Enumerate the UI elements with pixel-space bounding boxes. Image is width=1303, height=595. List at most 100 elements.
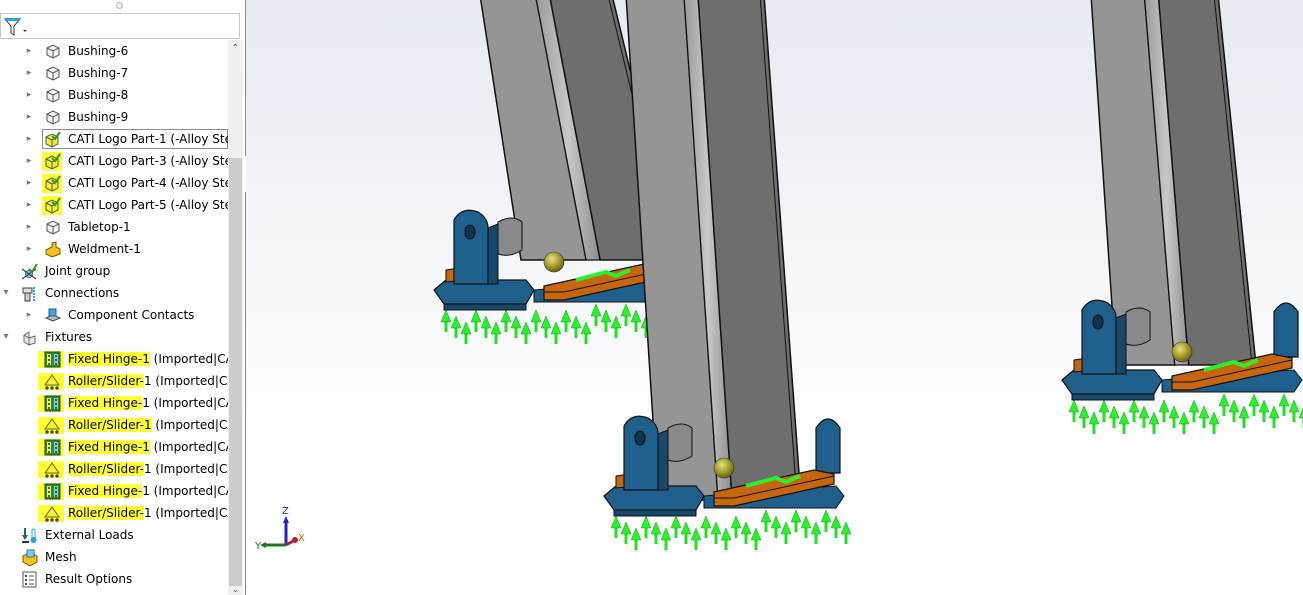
panel-resize-grip[interactable] (116, 2, 123, 9)
expand-arrow-icon[interactable]: ▸ (24, 172, 34, 194)
expand-arrow-icon[interactable]: ▸ (24, 150, 34, 172)
tree-item[interactable]: ▸ Weldment-1 (0, 238, 228, 260)
tree-item[interactable]: ▸ CATI Logo Part-4 (-Alloy Steel- (0, 172, 228, 194)
fixture-arrow (510, 315, 522, 339)
scroll-thumb[interactable] (229, 158, 242, 586)
graphics-viewport[interactable]: Y Z X (246, 0, 1303, 595)
fixture-arrow (840, 521, 852, 545)
fixture-arrow (1098, 399, 1110, 423)
tree-item-label: Fixed Hinge-1 (Imported|CATI (68, 396, 228, 410)
tree-item[interactable]: Mesh (0, 546, 228, 568)
expand-arrow-icon[interactable]: ▸ (24, 216, 34, 238)
fixture-arrow (1208, 411, 1220, 435)
hinge-pin (497, 217, 523, 256)
fixed-hinge-icon (44, 395, 61, 412)
expand-arrow-icon[interactable]: ▸ (24, 304, 34, 326)
expand-arrow-icon[interactable]: ▸ (24, 194, 34, 216)
connections-icon (22, 287, 35, 302)
fixture-arrow (1138, 405, 1150, 429)
expand-arrow-icon[interactable]: ▸ (24, 40, 34, 62)
tree-item[interactable]: Fixed Hinge-1 (Imported|CATI (0, 436, 228, 458)
view-triad: Y Z X (254, 506, 305, 552)
tree-item[interactable]: ▸ CATI Logo Part-3 (-Alloy Steel- (0, 150, 228, 172)
highlighted-text: Fixed Hinge- (68, 484, 143, 498)
tree-item-label: Result Options (45, 572, 133, 586)
fixture-arrow (720, 527, 732, 551)
tree-item[interactable]: Roller/Slider-1 (Imported|CATI (0, 502, 228, 524)
tree-item[interactable]: ▸ Component Contacts (0, 304, 228, 326)
weldment-icon (45, 241, 61, 258)
external-loads-icon (22, 528, 37, 543)
tree-item[interactable]: Fixed Hinge-1 (Imported|CATI (0, 348, 228, 370)
roller-slider-icon (44, 418, 60, 434)
part-icon (46, 88, 60, 103)
tree-filter-bar[interactable] (0, 13, 240, 39)
fixture-arrow (610, 315, 622, 339)
highlighted-text: Fixed Hinge-1 (68, 440, 150, 454)
fixture-arrow (470, 309, 482, 333)
tree-item[interactable]: ▸ Bushing-8 (0, 84, 228, 106)
tree-item[interactable]: ▸ Bushing-6 (0, 40, 228, 62)
scroll-up-button[interactable]: ⌃ (228, 40, 243, 57)
ball (1171, 341, 1193, 363)
collapse-arrow-icon[interactable]: ▾ (1, 282, 11, 304)
fixture-arrow (1298, 405, 1303, 429)
funnel-filter-icon[interactable] (4, 17, 30, 37)
expand-arrow-icon[interactable]: ▸ (24, 84, 34, 106)
expand-arrow-icon[interactable]: ▸ (24, 238, 34, 260)
fixture-arrow (560, 309, 572, 333)
fixture-arrow (1238, 405, 1250, 429)
tree-item[interactable]: Fixed Hinge-1 (Imported|CATI (0, 392, 228, 414)
part-checked-icon (45, 175, 61, 192)
fixture-arrow (820, 509, 832, 533)
tree-item-label: CATI Logo Part-3 (-Alloy Steel- (68, 154, 228, 168)
hinge-bracket (623, 415, 659, 491)
fixture-arrow (620, 303, 632, 327)
tree-item[interactable]: Roller/Slider-1 (Imported|CATI (0, 370, 228, 392)
component-contacts-icon (44, 308, 61, 322)
tree-item[interactable]: ▾ Fixtures (0, 326, 228, 348)
fixture-arrow (750, 527, 762, 551)
fixture-arrow (590, 303, 602, 327)
tree-item-label: CATI Logo Part-4 (-Alloy Steel- (68, 176, 228, 190)
fixture-arrow (1118, 411, 1130, 435)
tree-item[interactable]: Fixed Hinge-1 (Imported|CATI (0, 480, 228, 502)
tree-item[interactable]: ▸ Bushing-9 (0, 106, 228, 128)
tree-item-label: CATI Logo Part-5 (-Alloy Steel- (68, 198, 228, 212)
collapse-arrow-icon[interactable]: ▾ (1, 326, 11, 348)
fixture-arrow (1128, 399, 1140, 423)
fixed-hinge-icon (44, 351, 61, 368)
tree-item[interactable]: ▸ Tabletop-1 (0, 216, 228, 238)
tree-item[interactable]: Result Options (0, 568, 228, 590)
fixture-arrow (810, 521, 822, 545)
tree-item[interactable]: External Loads (0, 524, 228, 546)
expand-arrow-icon[interactable]: ▸ (24, 106, 34, 128)
tree-item-label: Roller/Slider-1 (Imported|CATI (68, 506, 228, 520)
highlighted-text: Fixed Hinge- (68, 396, 143, 410)
tree-item[interactable]: ▾ Connections (0, 282, 228, 304)
tree-item-label: Fixed Hinge-1 (Imported|CATI (68, 484, 228, 498)
fixture-arrow (630, 527, 642, 551)
fixture-arrow (670, 515, 682, 539)
hinge-bracket (453, 209, 489, 285)
tree-item[interactable]: Roller/Slider-1 (Imported|CATI (0, 414, 228, 436)
tree-scrollbar[interactable]: ⌃ ⌄ (228, 40, 243, 595)
tree-item[interactable]: ▸ Bushing-7 (0, 62, 228, 84)
triad-x-label: X (298, 533, 305, 544)
highlighted-text: Fixed Hinge-1 (68, 352, 150, 366)
fixture-arrow (660, 527, 672, 551)
tree-item-label: Bushing-7 (68, 66, 129, 80)
fixed-hinge-icon (44, 439, 61, 456)
tree-item[interactable]: Roller/Slider-1 (Imported|CATI (0, 458, 228, 480)
fixture-arrow (690, 527, 702, 551)
result-options-icon (22, 571, 37, 588)
scroll-down-button[interactable]: ⌄ (228, 585, 243, 595)
expand-arrow-icon[interactable]: ▸ (24, 62, 34, 84)
fixture-arrow (570, 315, 582, 339)
tree-item[interactable]: ▸ CATI Logo Part-5 (-Alloy Steel- (0, 194, 228, 216)
tree-item[interactable]: ▸ CATI Logo Part-1 (-Alloy Steel- (0, 128, 228, 150)
tree-item[interactable]: Joint group (0, 260, 228, 282)
fixture-arrow (1158, 399, 1170, 423)
tree-item-label: Fixtures (45, 330, 93, 344)
expand-arrow-icon[interactable]: ▸ (24, 128, 34, 150)
